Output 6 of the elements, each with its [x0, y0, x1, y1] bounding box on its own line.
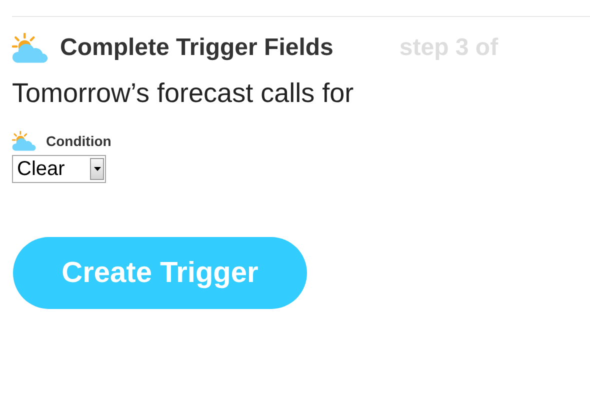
- prompt-text: Tomorrow’s forecast calls for: [12, 78, 355, 109]
- weather-icon: [12, 131, 36, 152]
- page-title: Complete Trigger Fields: [60, 34, 334, 62]
- field-label: Condition: [46, 133, 112, 150]
- weather-icon: [12, 32, 48, 64]
- condition-dropdown[interactable]: Clear: [12, 155, 106, 184]
